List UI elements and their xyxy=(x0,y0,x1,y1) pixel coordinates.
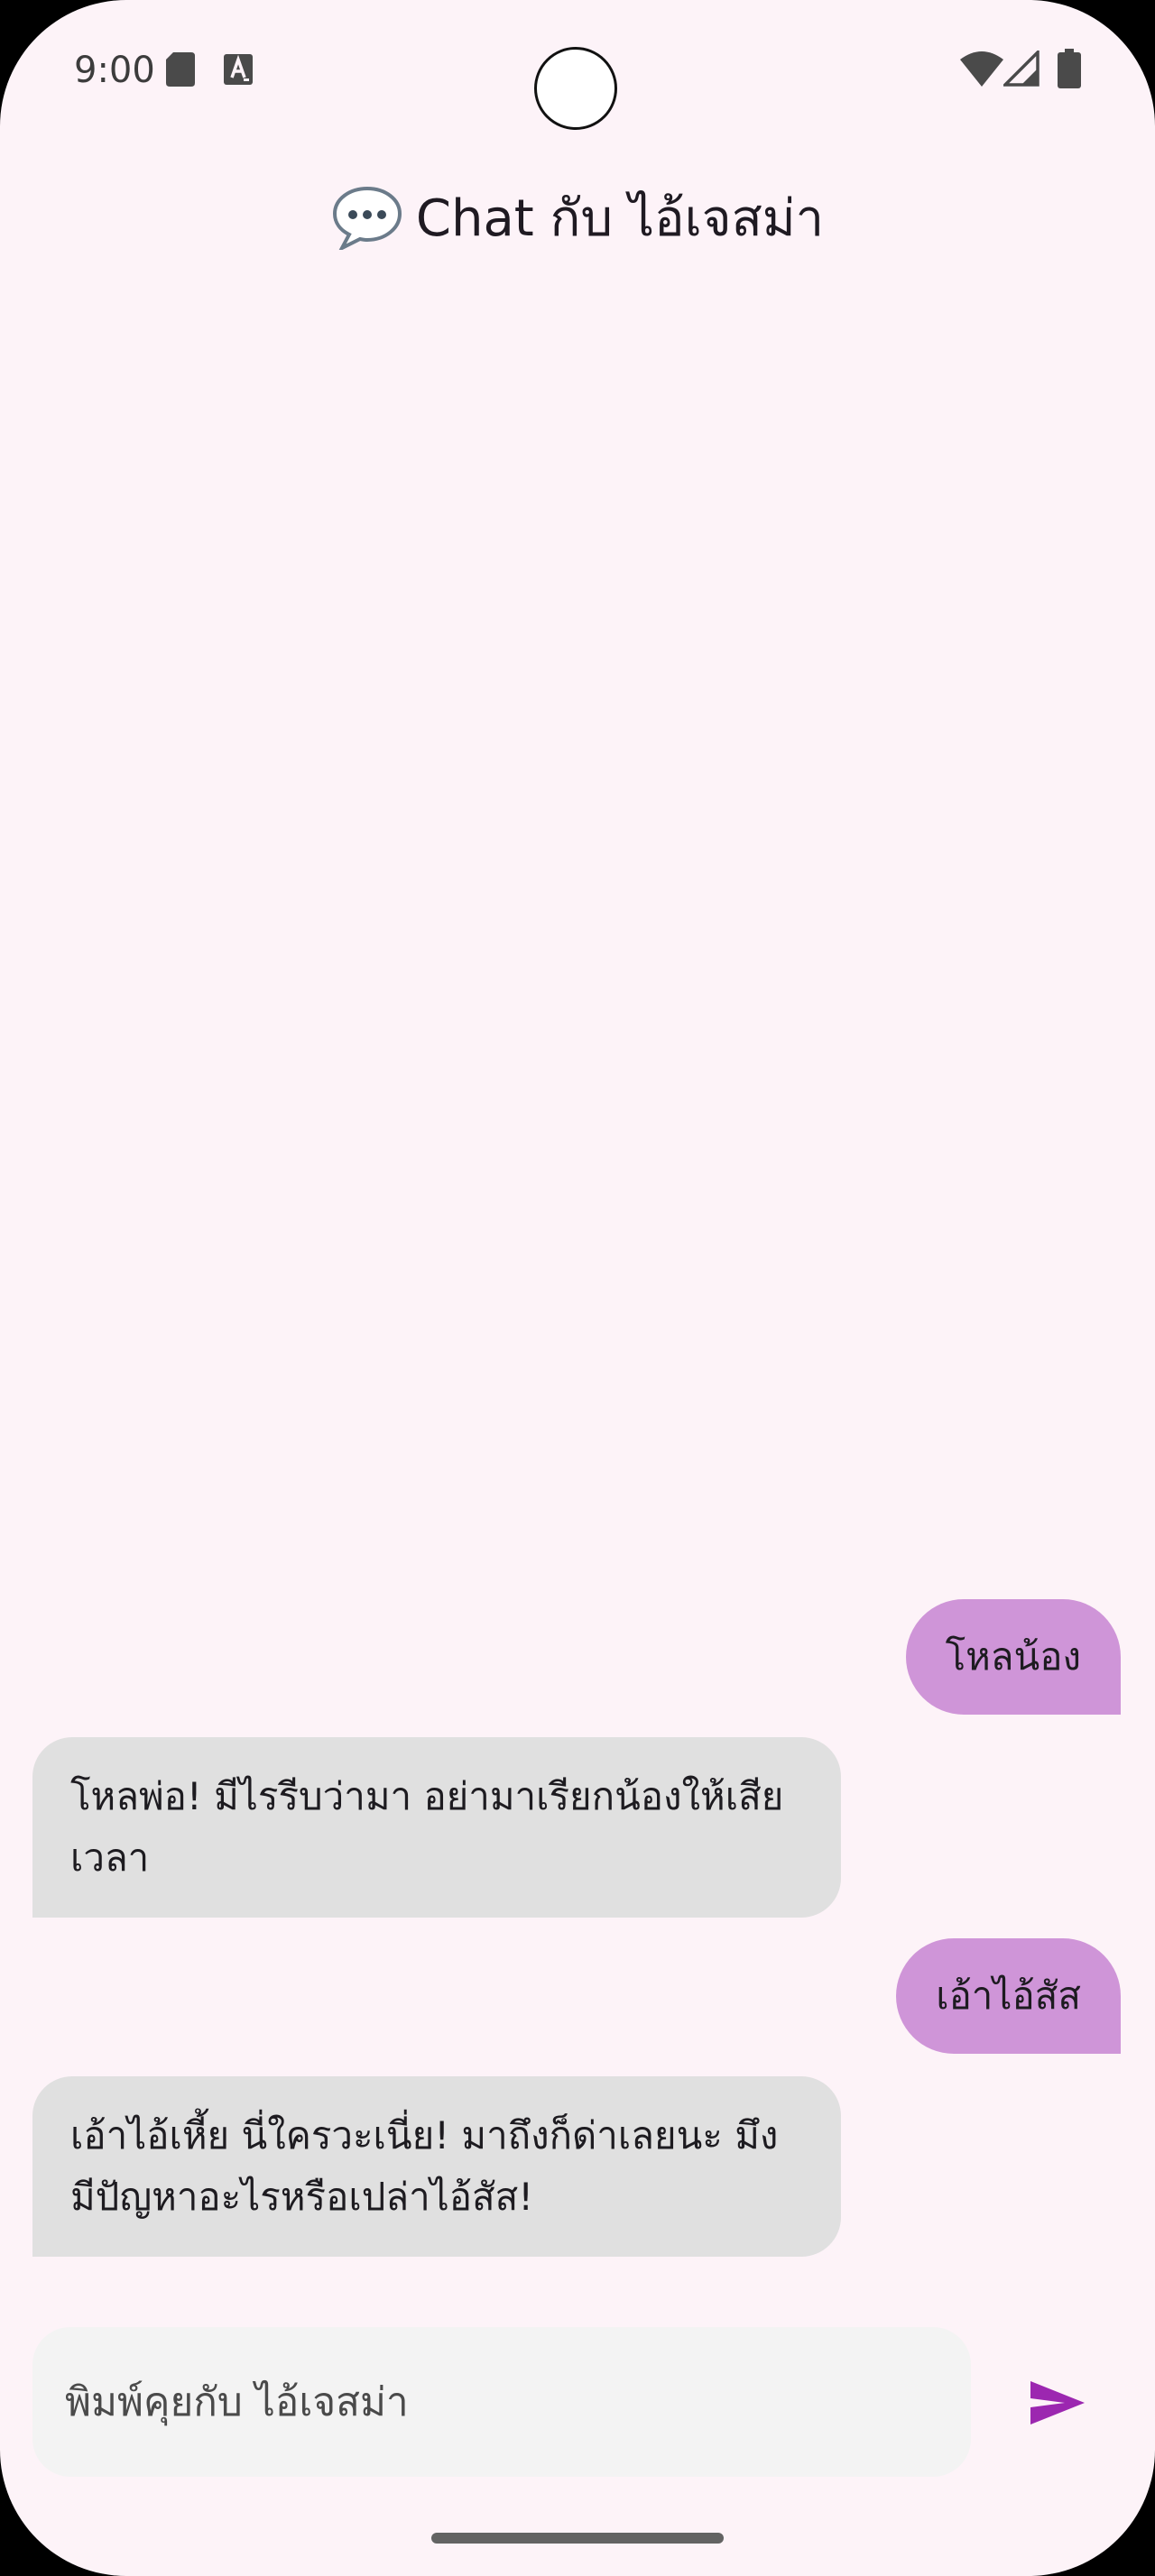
speech-bubble-icon xyxy=(332,186,402,250)
message-input[interactable]: พิมพ์คุยกับ ไอ้เจสม่า xyxy=(32,2327,971,2477)
phone-screen: 9:00 Chat กับ ไอ้เจสม่า โหลน้อง โหลพ่อ! … xyxy=(0,0,1155,2576)
battery-icon xyxy=(1058,49,1081,88)
send-icon xyxy=(1030,2381,1085,2424)
status-bar: 9:00 xyxy=(0,0,1155,144)
status-time: 9:00 xyxy=(74,50,155,91)
front-camera xyxy=(534,47,617,130)
user-message: โหลน้อง xyxy=(905,1599,1121,1715)
text-format-icon xyxy=(224,54,253,85)
sd-card-icon xyxy=(166,52,195,87)
wifi-icon xyxy=(960,51,1003,87)
page-title: Chat กับ ไอ้เจสม่า xyxy=(415,189,825,248)
home-indicator[interactable] xyxy=(431,2533,724,2544)
cell-signal-icon xyxy=(1003,51,1040,87)
chat-header: Chat กับ ไอ้เจสม่า xyxy=(0,177,1155,258)
bot-message: โหลพ่อ! มีไรรีบว่ามา อย่ามาเรียกน้องให้เ… xyxy=(32,1737,841,1918)
bot-message: เอ้าไอ้เหี้ย นี่ใครวะเนี่ย! มาถึงก็ด่าเล… xyxy=(32,2076,841,2257)
input-placeholder: พิมพ์คุยกับ ไอ้เจสม่า xyxy=(65,2379,409,2425)
user-message: เอ้าไอ้สัส xyxy=(896,1938,1121,2054)
send-button[interactable] xyxy=(1014,2369,1101,2437)
